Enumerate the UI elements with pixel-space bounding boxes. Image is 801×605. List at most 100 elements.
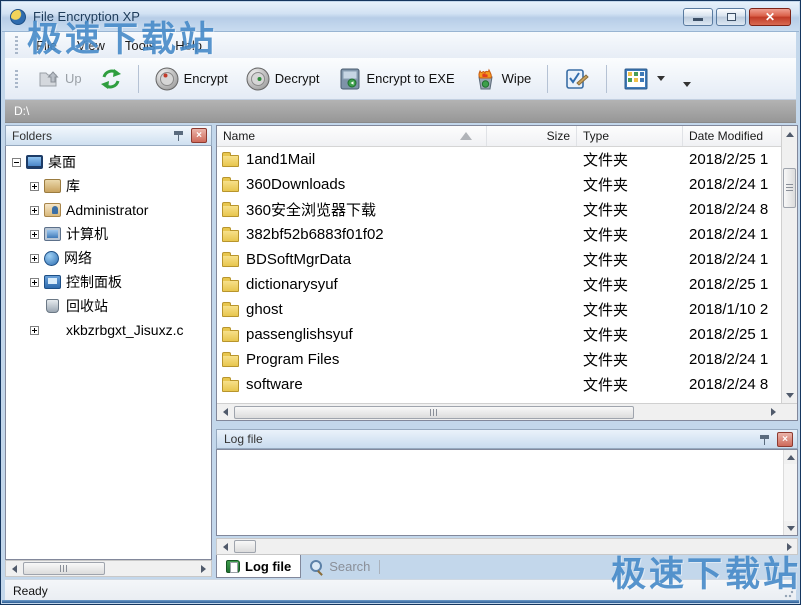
log-panel-title: Log file	[224, 432, 263, 446]
expander-icon[interactable]	[30, 206, 39, 215]
scrollbar-thumb[interactable]	[234, 540, 256, 553]
tree-item[interactable]: Administrator	[6, 198, 211, 222]
file-row[interactable]: passenglishsyuf 文件夹 2018/2/25 1	[217, 322, 781, 347]
file-row[interactable]: 360安全浏览器下载 文件夹 2018/2/24 8	[217, 197, 781, 222]
log-vscrollbar[interactable]	[783, 450, 797, 535]
scroll-up-button[interactable]	[784, 450, 797, 464]
menu-file[interactable]: File	[26, 35, 67, 56]
log-content[interactable]	[217, 450, 783, 535]
tab-log-file[interactable]: Log file	[216, 555, 301, 578]
folders-close-button[interactable]: ×	[191, 128, 207, 143]
tree-item[interactable]: 控制面板	[6, 270, 211, 294]
toolbar-gripper[interactable]	[15, 70, 18, 88]
address-path: D:\	[14, 104, 29, 118]
scroll-down-button[interactable]	[784, 521, 797, 535]
scrollbar-thumb[interactable]	[783, 168, 796, 208]
tab-search[interactable]: Search	[301, 555, 379, 578]
tree-item[interactable]: 库	[6, 174, 211, 198]
menubar-gripper[interactable]	[15, 36, 18, 54]
file-type: 文件夹	[577, 349, 683, 370]
column-header-date[interactable]: Date Modified	[683, 126, 781, 146]
file-row[interactable]: 360Downloads 文件夹 2018/2/24 1	[217, 172, 781, 197]
expander-icon[interactable]	[12, 158, 21, 167]
address-bar[interactable]: D:\	[5, 100, 796, 123]
chevron-down-icon	[657, 76, 665, 81]
pushpin-icon[interactable]	[759, 433, 771, 446]
encrypt-label: Encrypt	[184, 71, 228, 86]
maximize-button[interactable]	[716, 8, 746, 26]
menu-tools[interactable]: Tools	[115, 35, 165, 56]
up-button[interactable]: Up	[32, 65, 88, 93]
folders-panel-header: Folders ×	[5, 125, 212, 146]
tab-separator	[379, 560, 380, 574]
titlebar[interactable]: File Encryption XP ✕	[2, 2, 799, 32]
tree-item[interactable]: 计算机	[6, 222, 211, 246]
expander-icon[interactable]	[30, 326, 39, 335]
folders-panel: Folders × 桌面 库 Administrator 计算机 网络 控制面板…	[5, 125, 212, 577]
close-button[interactable]: ✕	[749, 8, 791, 26]
search-icon	[310, 560, 324, 574]
tree-item[interactable]: 网络	[6, 246, 211, 270]
tree-item[interactable]: 回收站	[6, 294, 211, 318]
menubar: File View Tools Help	[5, 32, 796, 58]
column-header-name[interactable]: Name	[217, 126, 487, 146]
file-row[interactable]: Program Files 文件夹 2018/2/24 1	[217, 347, 781, 372]
up-label: Up	[65, 71, 82, 86]
scrollbar-corner	[781, 403, 797, 420]
expander-icon[interactable]	[30, 254, 39, 263]
triangle-down-icon	[787, 526, 795, 531]
tree-hscrollbar[interactable]	[5, 560, 212, 577]
minimize-button[interactable]	[683, 8, 713, 26]
refresh-button[interactable]	[94, 64, 128, 94]
tree-item[interactable]: 桌面	[6, 150, 211, 174]
expander-icon[interactable]	[30, 278, 39, 287]
view-mode-button[interactable]	[617, 63, 671, 95]
file-row[interactable]: 1and1Mail 文件夹 2018/2/25 1	[217, 147, 781, 172]
log-panel-header: Log file ×	[216, 429, 798, 449]
pushpin-icon[interactable]	[173, 129, 185, 142]
expander-icon[interactable]	[30, 182, 39, 191]
file-date: 2018/2/24 1	[683, 251, 781, 268]
scrollbar-thumb[interactable]	[234, 406, 634, 419]
decrypt-button[interactable]: Decrypt	[240, 63, 326, 95]
triangle-left-icon	[223, 408, 228, 416]
file-row[interactable]: dictionarysyuf 文件夹 2018/2/25 1	[217, 272, 781, 297]
log-close-button[interactable]: ×	[777, 432, 793, 447]
file-type: 文件夹	[577, 374, 683, 395]
file-name: dictionarysyuf	[246, 276, 338, 293]
scrollbar-thumb[interactable]	[23, 562, 105, 575]
file-type: 文件夹	[577, 149, 683, 170]
scroll-left-button[interactable]	[6, 561, 22, 576]
resize-grip[interactable]	[784, 588, 794, 598]
encrypt-to-exe-button[interactable]: Encrypt to EXE	[332, 63, 461, 95]
wipe-button[interactable]: Wipe	[467, 63, 538, 95]
file-date: 2018/2/25 1	[683, 276, 781, 293]
folder-icon	[222, 180, 239, 192]
log-hscrollbar[interactable]	[216, 538, 798, 555]
file-row[interactable]: BDSoftMgrData 文件夹 2018/2/24 1	[217, 247, 781, 272]
column-header-type[interactable]: Type	[577, 126, 683, 146]
list-vscrollbar[interactable]	[781, 126, 797, 403]
tree-item[interactable]: xkbzrbgxt_Jisuxz.c	[6, 318, 211, 342]
scroll-right-button[interactable]	[195, 561, 211, 576]
scroll-up-button[interactable]	[782, 126, 797, 142]
file-row[interactable]: ghost 文件夹 2018/1/10 2	[217, 297, 781, 322]
file-list: Name Size Type Date Modified 1and1Mail	[216, 125, 798, 421]
toolbar: Up Encrypt	[5, 58, 796, 100]
column-header-size[interactable]: Size	[487, 126, 577, 146]
toolbar-overflow-button[interactable]	[683, 82, 691, 87]
menu-view[interactable]: View	[67, 35, 115, 56]
scroll-left-button[interactable]	[217, 539, 233, 554]
expander-icon[interactable]	[30, 230, 39, 239]
scroll-down-button[interactable]	[782, 387, 797, 403]
triangle-right-icon	[787, 543, 792, 551]
file-row[interactable]: 382bf52b6883f01f02 文件夹 2018/2/24 1	[217, 222, 781, 247]
encrypt-button[interactable]: Encrypt	[149, 63, 234, 95]
checksum-button[interactable]	[558, 63, 596, 95]
file-row[interactable]: software 文件夹 2018/2/24 8	[217, 372, 781, 397]
scroll-right-button[interactable]	[781, 539, 797, 554]
list-hscrollbar[interactable]	[217, 403, 781, 420]
scroll-left-button[interactable]	[217, 404, 233, 420]
menu-help[interactable]: Help	[165, 35, 212, 56]
scroll-right-button[interactable]	[765, 404, 781, 420]
